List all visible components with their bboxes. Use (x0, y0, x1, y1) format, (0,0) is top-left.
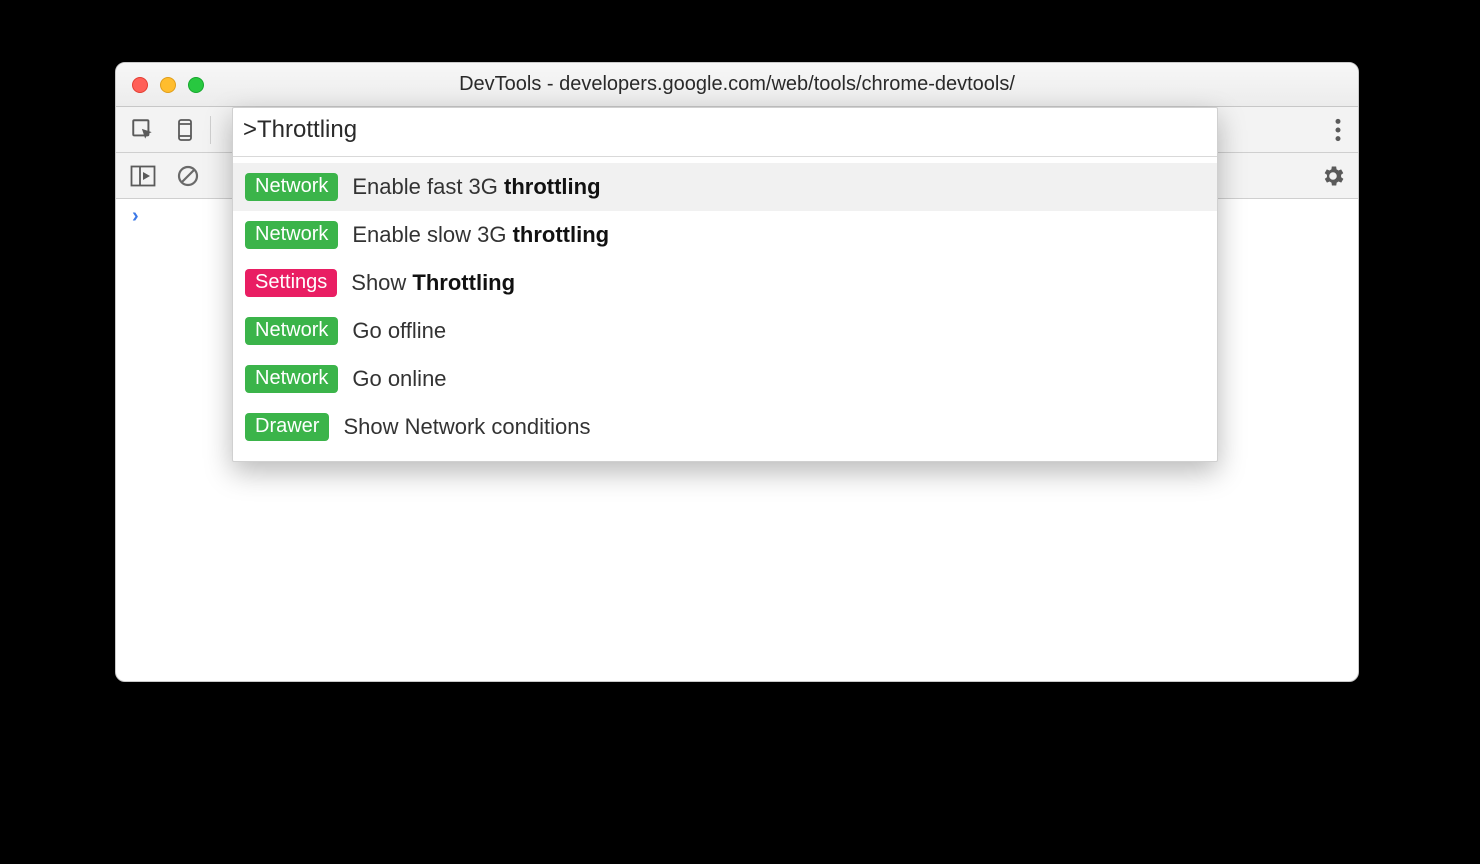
console-toolbar-icons (130, 164, 200, 188)
console-settings-icon[interactable] (1320, 163, 1346, 189)
titlebar: DevTools - developers.google.com/web/too… (116, 63, 1358, 107)
toolbar-left-icons (130, 117, 198, 143)
command-menu-item[interactable]: Drawer Show Network conditions (233, 403, 1217, 451)
command-text: Show Network conditions (343, 414, 590, 440)
command-menu: >Throttling Network Enable fast 3G thrott… (232, 107, 1218, 462)
command-badge: Drawer (245, 413, 329, 441)
console-prompt-caret: › (132, 205, 139, 228)
command-badge: Settings (245, 269, 337, 297)
window-title: DevTools - developers.google.com/web/too… (116, 73, 1358, 96)
toolbar-separator (210, 116, 211, 144)
command-badge: Network (245, 173, 338, 201)
command-menu-item[interactable]: Network Go offline (233, 307, 1217, 355)
kebab-menu-icon[interactable] (1328, 117, 1348, 143)
command-text: Go online (352, 366, 446, 392)
window-minimize-button[interactable] (160, 77, 176, 93)
window-zoom-button[interactable] (188, 77, 204, 93)
window-close-button[interactable] (132, 77, 148, 93)
command-badge: Network (245, 317, 338, 345)
command-badge: Network (245, 365, 338, 393)
devtools-window: DevTools - developers.google.com/web/too… (115, 62, 1359, 682)
command-menu-input[interactable]: >Throttling (243, 116, 1207, 144)
inspect-element-icon[interactable] (130, 117, 156, 143)
command-menu-item[interactable]: Network Enable slow 3G throttling (233, 211, 1217, 259)
command-badge: Network (245, 221, 338, 249)
command-menu-item[interactable]: Network Enable fast 3G throttling (233, 163, 1217, 211)
device-toolbar-icon[interactable] (174, 117, 198, 143)
command-text: Enable fast 3G throttling (352, 174, 600, 200)
clear-console-icon[interactable] (176, 164, 200, 188)
command-text: Enable slow 3G throttling (352, 222, 609, 248)
command-text: Show Throttling (351, 270, 515, 296)
command-menu-input-wrap: >Throttling (233, 108, 1217, 157)
command-menu-item[interactable]: Settings Show Throttling (233, 259, 1217, 307)
command-menu-list: Network Enable fast 3G throttling Network E… (233, 157, 1217, 461)
command-text: Go offline (352, 318, 446, 344)
console-sidebar-toggle-icon[interactable] (130, 165, 156, 187)
command-menu-item[interactable]: Network Go online (233, 355, 1217, 403)
traffic-lights (132, 77, 204, 93)
overlay-anchor: › >Throttling NetworkEnable fast 3G thro… (116, 153, 1358, 681)
